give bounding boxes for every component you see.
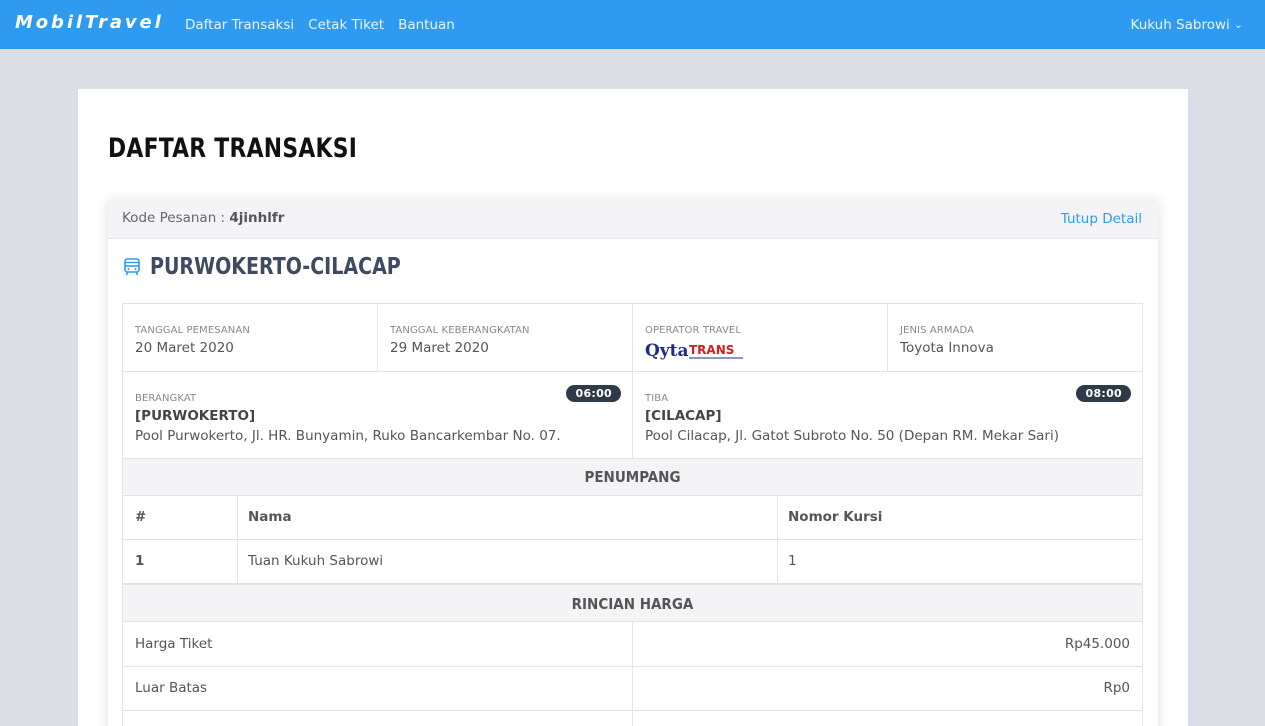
departure-city: [PURWOKERTO] — [135, 408, 256, 424]
nav-link-bantuan[interactable]: Bantuan — [398, 17, 455, 33]
passenger-col-seat: Nomor Kursi — [777, 495, 1143, 540]
price-value-ticket: Rp45.000 — [632, 621, 1143, 667]
route-heading: PURWOKERTO-CILACAP — [122, 254, 423, 280]
booking-date-cell: TANGGAL PEMESANAN 20 Maret 2020 — [122, 303, 378, 372]
operator-logo: Qyta TRANS — [645, 340, 875, 362]
svg-text:Qyta: Qyta — [645, 341, 689, 361]
operator-logo-image: Qyta TRANS — [645, 341, 743, 361]
departure-label: BERANGKAT — [135, 393, 197, 404]
price-row-partial-right — [632, 710, 1143, 726]
brand-logo-text: MobilTravel — [15, 12, 162, 33]
arrival-city: [CILACAP] — [645, 408, 722, 424]
fleet-cell: JENIS ARMADA Toyota Innova — [887, 303, 1143, 372]
arrival-cell: TIBA 08:00 [CILACAP] Pool Cilacap, Jl. G… — [632, 371, 1143, 459]
price-row-partial-left — [122, 710, 633, 726]
passenger-section-header: PENUMPANG — [122, 458, 1143, 496]
fleet-label: JENIS ARMADA — [900, 325, 975, 336]
pricing-section-header: RINCIAN HARGA — [122, 584, 1143, 622]
top-navbar: MobilTravel Daftar Transaksi Cetak Tiket… — [0, 0, 1265, 49]
departure-address: Pool Purwokerto, Jl. HR. Bunyamin, Ruko … — [135, 428, 561, 444]
main-panel: DAFTAR TRANSAKSI Kode Pesanan : 4jinhlfr… — [78, 89, 1188, 726]
order-code: Kode Pesanan : 4jinhlfr — [122, 210, 284, 226]
card-header: Kode Pesanan : 4jinhlfr Tutup Detail — [108, 199, 1158, 239]
passenger-row-name: Tuan Kukuh Sabrowi — [237, 539, 778, 584]
user-name: Kukuh Sabrowi — [1130, 16, 1230, 33]
passenger-row-seat: 1 — [777, 539, 1143, 584]
transaction-card: Kode Pesanan : 4jinhlfr Tutup Detail PUR… — [108, 199, 1158, 726]
price-value-extra: Rp0 — [632, 666, 1143, 711]
brand-logo[interactable]: MobilTravel — [15, 11, 163, 33]
order-code-label: Kode Pesanan : — [122, 210, 226, 226]
user-menu[interactable]: Kukuh Sabrowi ⌄ — [1131, 0, 1243, 49]
bus-icon — [124, 258, 140, 276]
departure-time-badge: 06:00 — [566, 385, 621, 402]
operator-cell: OPERATOR TRAVEL Qyta TRANS — [632, 303, 888, 372]
order-code-value: 4jinhlfr — [229, 210, 285, 226]
passenger-col-number: # — [122, 495, 238, 540]
svg-text:TRANS: TRANS — [689, 343, 734, 357]
booking-date-value: 20 Maret 2020 — [135, 340, 234, 356]
booking-date-label: TANGGAL PEMESANAN — [135, 325, 250, 336]
departure-date-label: TANGGAL KEBERANGKATAN — [390, 325, 530, 336]
nav-link-cetak-tiket[interactable]: Cetak Tiket — [308, 17, 384, 33]
chevron-down-icon: ⌄ — [1233, 18, 1243, 31]
departure-date-value: 29 Maret 2020 — [390, 340, 489, 356]
nav-link-daftar-transaksi[interactable]: Daftar Transaksi — [185, 17, 294, 33]
nav-links: Daftar Transaksi Cetak Tiket Bantuan — [185, 0, 469, 49]
price-label-ticket: Harga Tiket — [122, 621, 633, 667]
passenger-row-number: 1 — [122, 539, 238, 584]
departure-date-cell: TANGGAL KEBERANGKATAN 29 Maret 2020 — [377, 303, 633, 372]
route-title: PURWOKERTO-CILACAP — [150, 254, 401, 280]
arrival-time-badge: 08:00 — [1076, 385, 1131, 402]
operator-label: OPERATOR TRAVEL — [645, 325, 742, 336]
brand-logo-image: MobilTravel — [15, 12, 162, 33]
page-title: DAFTAR TRANSAKSI — [108, 133, 358, 164]
arrival-label: TIBA — [645, 393, 669, 404]
departure-cell: BERANGKAT 06:00 [PURWOKERTO] Pool Purwok… — [122, 371, 633, 459]
price-label-extra: Luar Batas — [122, 666, 633, 711]
fleet-value: Toyota Innova — [900, 340, 994, 356]
passenger-col-name: Nama — [237, 495, 778, 540]
close-detail-link[interactable]: Tutup Detail — [1061, 211, 1142, 227]
arrival-address: Pool Cilacap, Jl. Gatot Subroto No. 50 (… — [645, 428, 1060, 444]
